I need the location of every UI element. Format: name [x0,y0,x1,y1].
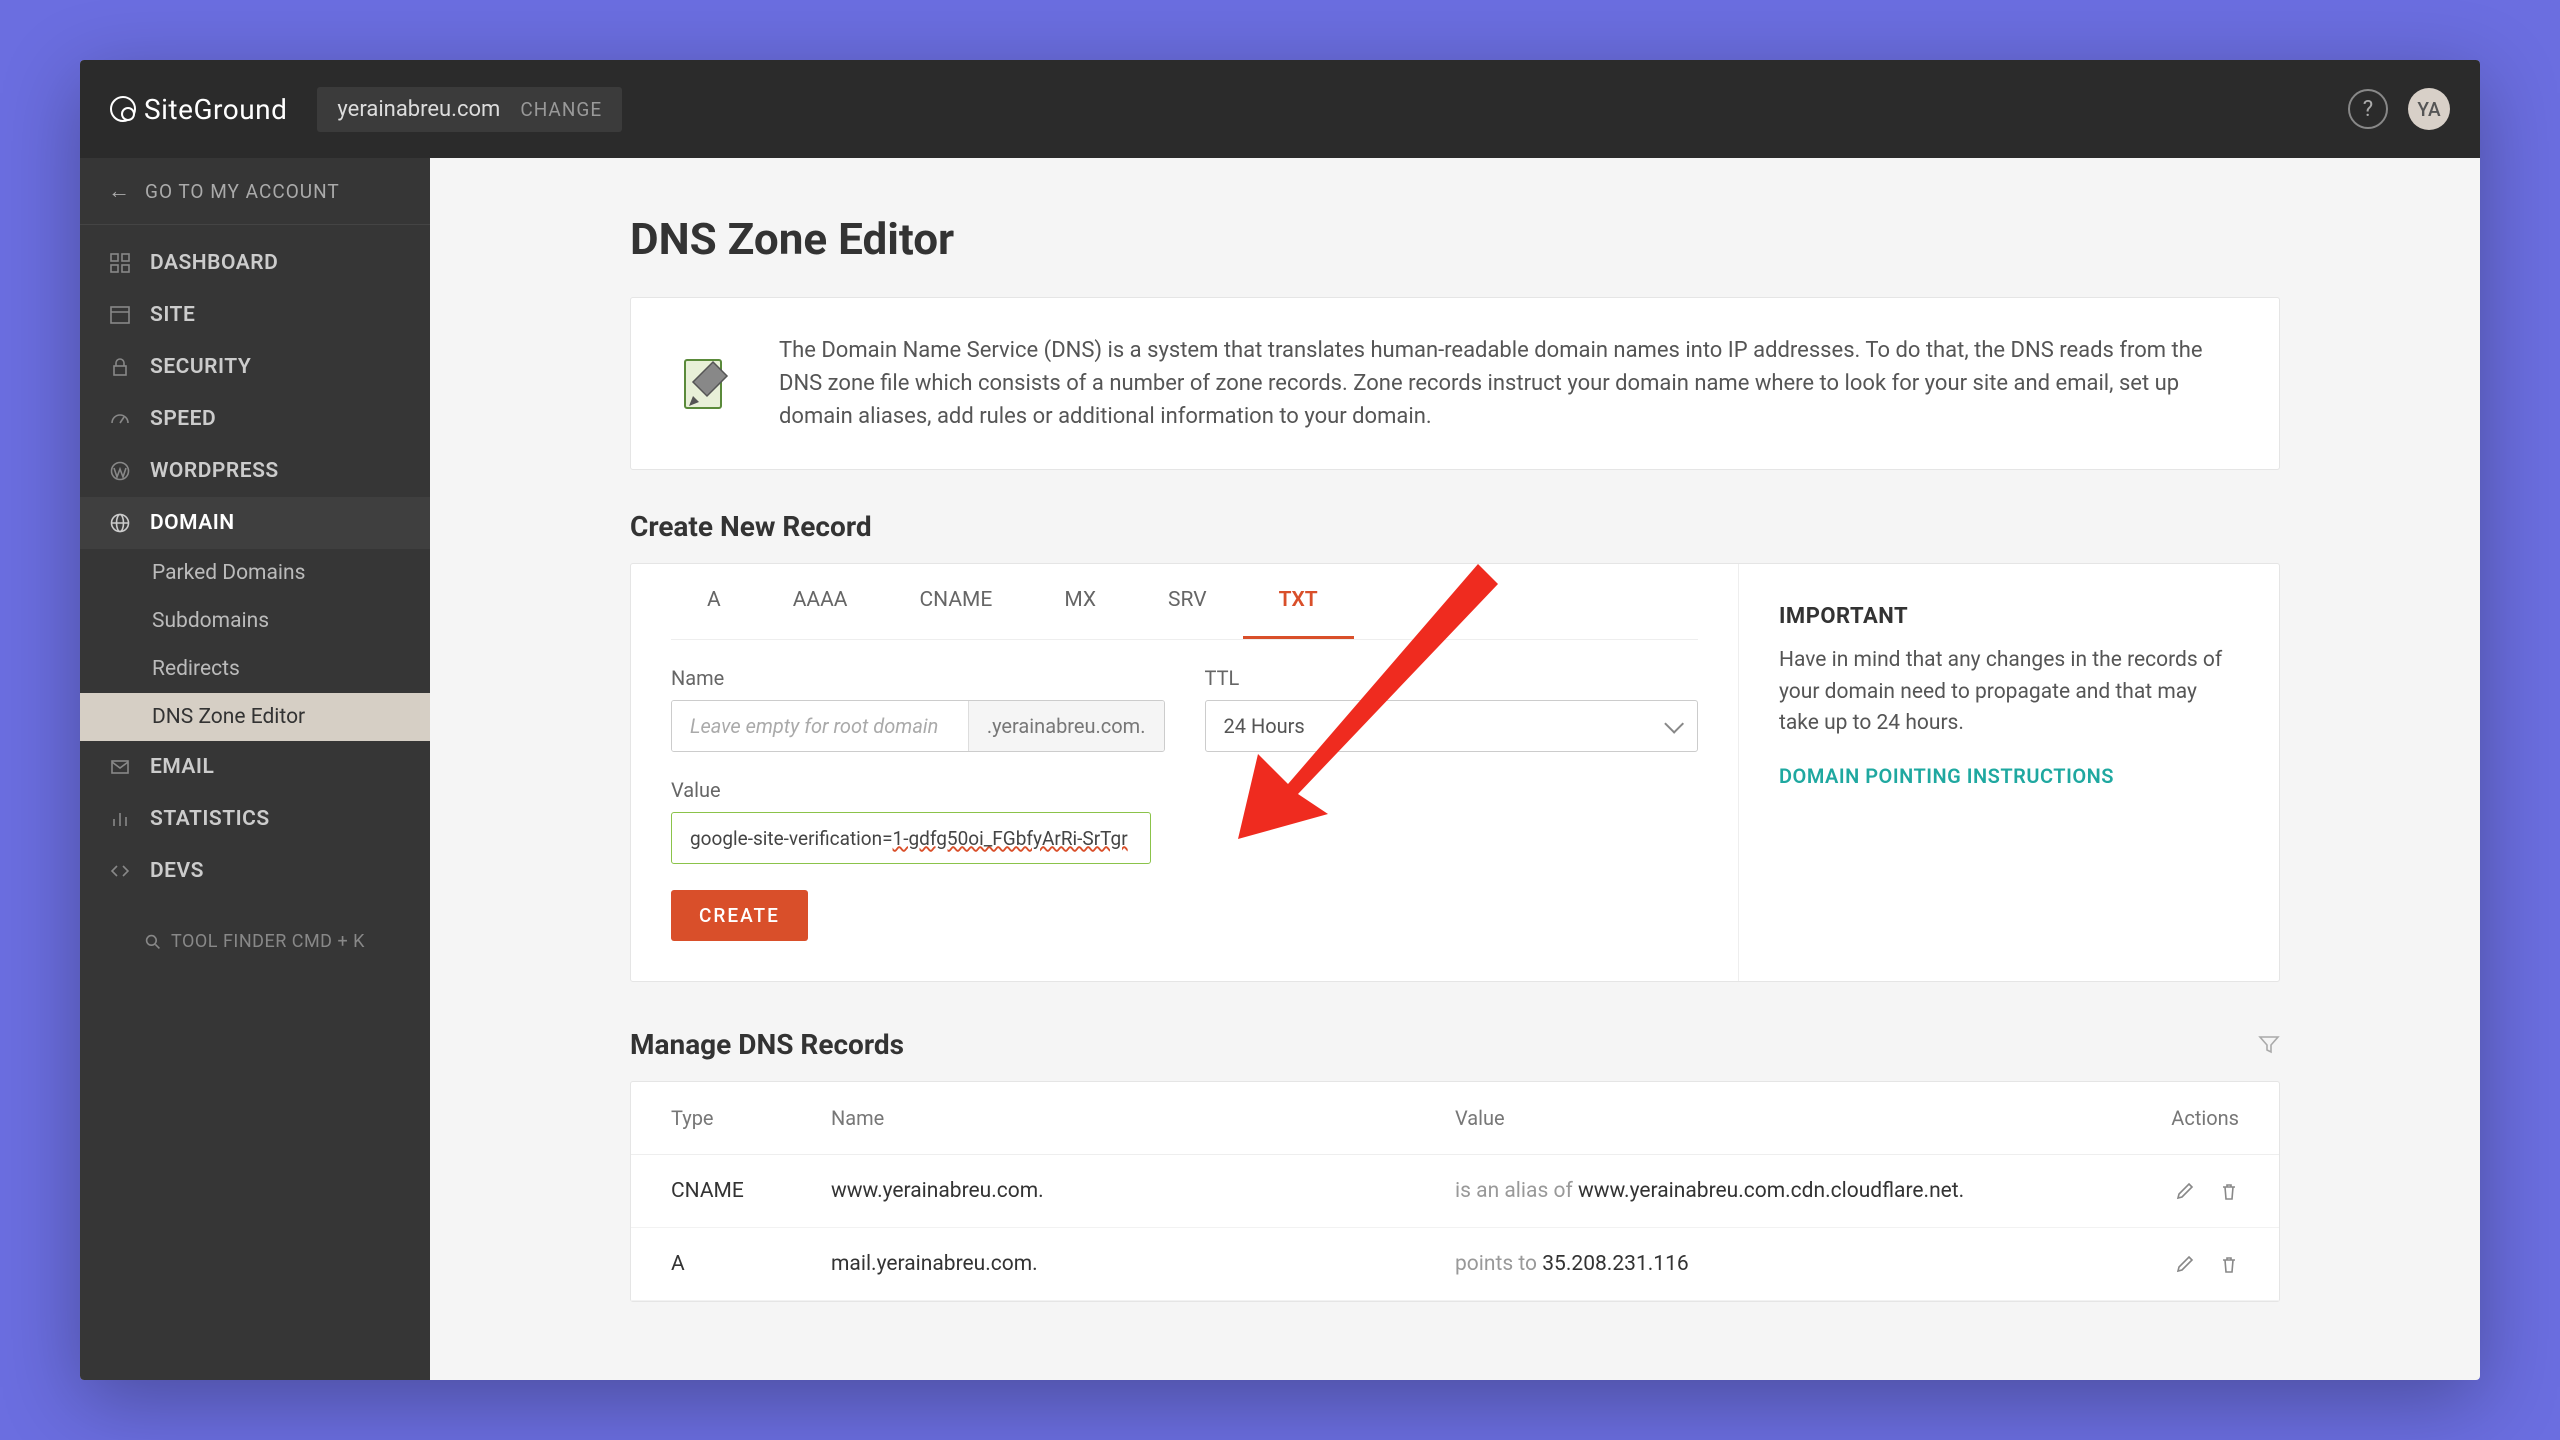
intro-text: The Domain Name Service (DNS) is a syste… [779,334,2235,433]
sidebar-item-devs[interactable]: DEVS [80,845,430,897]
value-label: Value [671,778,1151,802]
chart-icon [108,807,132,831]
important-panel: IMPORTANT Have in mind that any changes … [1739,564,2279,981]
arrow-left-icon: ← [108,178,131,204]
col-value: Value [1455,1106,2079,1130]
tab-mx[interactable]: MX [1028,564,1132,639]
change-domain-label: CHANGE [520,98,602,121]
sidebar-item-wordpress[interactable]: WORDPRESS [80,445,430,497]
row-value: points to 35.208.231.116 [1455,1252,2079,1276]
window-icon [108,303,132,327]
row-type: A [671,1252,831,1276]
domain-selector[interactable]: yerainabreu.com CHANGE [317,87,622,132]
sidebar-sub-dns-zone-editor[interactable]: DNS Zone Editor [80,693,430,741]
sidebar-sub-subdomains[interactable]: Subdomains [80,597,430,645]
sidebar-item-label: DOMAIN [150,511,235,535]
go-to-account[interactable]: ← GO TO MY ACCOUNT [80,158,430,225]
sidebar-item-label: STATISTICS [150,807,270,831]
gauge-icon [108,407,132,431]
tool-finder[interactable]: TOOL FINDER CMD + K [80,917,430,966]
sidebar-item-statistics[interactable]: STATISTICS [80,793,430,845]
sidebar-item-speed[interactable]: SPEED [80,393,430,445]
sidebar-item-email[interactable]: EMAIL [80,741,430,793]
search-icon [145,934,161,950]
col-type: Type [671,1106,831,1130]
delete-icon[interactable] [2219,1181,2239,1201]
sidebar-sub-parked-domains[interactable]: Parked Domains [80,549,430,597]
row-type: CNAME [671,1179,831,1203]
value-input[interactable]: google-site-verification=1-gdfg50oi_FGbf… [671,812,1151,864]
sidebar: ← GO TO MY ACCOUNT DASHBOARD SITE SECURI… [80,158,430,1380]
sidebar-item-label: EMAIL [150,755,214,779]
col-actions: Actions [2079,1106,2239,1130]
sidebar-sub-redirects[interactable]: Redirects [80,645,430,693]
ttl-value: 24 Hours [1224,714,1305,738]
ttl-label: TTL [1205,666,1699,690]
sidebar-item-label: SPEED [150,407,216,431]
sidebar-item-label: DEVS [150,859,204,883]
name-label: Name [671,666,1165,690]
tab-cname[interactable]: CNAME [884,564,1029,639]
tab-srv[interactable]: SRV [1132,564,1243,639]
record-type-tabs: A AAAA CNAME MX SRV TXT [671,564,1698,640]
logo-text: SiteGround [144,93,287,126]
lock-icon [108,355,132,379]
wordpress-icon [108,459,132,483]
important-title: IMPORTANT [1779,604,2239,629]
col-name: Name [831,1106,1455,1130]
grid-icon [108,251,132,275]
sidebar-item-label: SECURITY [150,355,251,379]
create-heading: Create New Record [630,510,2280,543]
topbar: SiteGround yerainabreu.com CHANGE ? YA [80,60,2480,158]
ttl-select[interactable]: 24 Hours [1205,700,1699,752]
name-input[interactable] [672,701,968,751]
sidebar-item-security[interactable]: SECURITY [80,341,430,393]
row-value: is an alias of www.yerainabreu.com.cdn.c… [1455,1179,2079,1203]
sidebar-item-dashboard[interactable]: DASHBOARD [80,237,430,289]
manage-heading: Manage DNS Records [630,1028,904,1061]
important-text: Have in mind that any changes in the rec… [1779,645,2239,740]
tab-a[interactable]: A [671,564,757,639]
current-domain: yerainabreu.com [337,97,500,122]
go-to-account-label: GO TO MY ACCOUNT [145,180,340,203]
delete-icon[interactable] [2219,1254,2239,1274]
filter-icon[interactable] [2258,1034,2280,1056]
edit-icon[interactable] [2175,1181,2195,1201]
mail-icon [108,755,132,779]
name-suffix: .yerainabreu.com. [968,701,1164,751]
avatar[interactable]: YA [2408,88,2450,130]
sidebar-item-domain[interactable]: DOMAIN [80,497,430,549]
tab-txt[interactable]: TXT [1243,564,1354,639]
row-name: mail.yerainabreu.com. [831,1252,1455,1276]
sidebar-item-label: SITE [150,303,195,327]
table-row: A mail.yerainabreu.com. points to 35.208… [631,1228,2279,1301]
create-button[interactable]: CREATE [671,890,808,941]
code-icon [108,859,132,883]
table-row: CNAME www.yerainabreu.com. is an alias o… [631,1155,2279,1228]
tool-finder-label: TOOL FINDER CMD + K [171,931,365,952]
tab-aaaa[interactable]: AAAA [757,564,884,639]
sidebar-item-site[interactable]: SITE [80,289,430,341]
globe-icon [108,511,132,535]
logo-icon [110,96,136,122]
logo[interactable]: SiteGround [110,93,287,126]
page-title: DNS Zone Editor [630,213,2280,265]
intro-card: The Domain Name Service (DNS) is a syste… [630,297,2280,470]
main-content: DNS Zone Editor The Domain Name Service … [430,158,2480,1380]
dns-records-table: Type Name Value Actions CNAME www.yerain… [630,1081,2280,1302]
help-icon[interactable]: ? [2348,89,2388,129]
table-header: Type Name Value Actions [631,1082,2279,1155]
domain-pointing-link[interactable]: DOMAIN POINTING INSTRUCTIONS [1779,764,2114,788]
row-name: www.yerainabreu.com. [831,1179,1455,1203]
document-edit-icon [675,352,739,416]
sidebar-item-label: DASHBOARD [150,251,278,275]
sidebar-item-label: WORDPRESS [150,459,279,483]
edit-icon[interactable] [2175,1254,2195,1274]
create-record-card: A AAAA CNAME MX SRV TXT Name [630,563,2280,982]
